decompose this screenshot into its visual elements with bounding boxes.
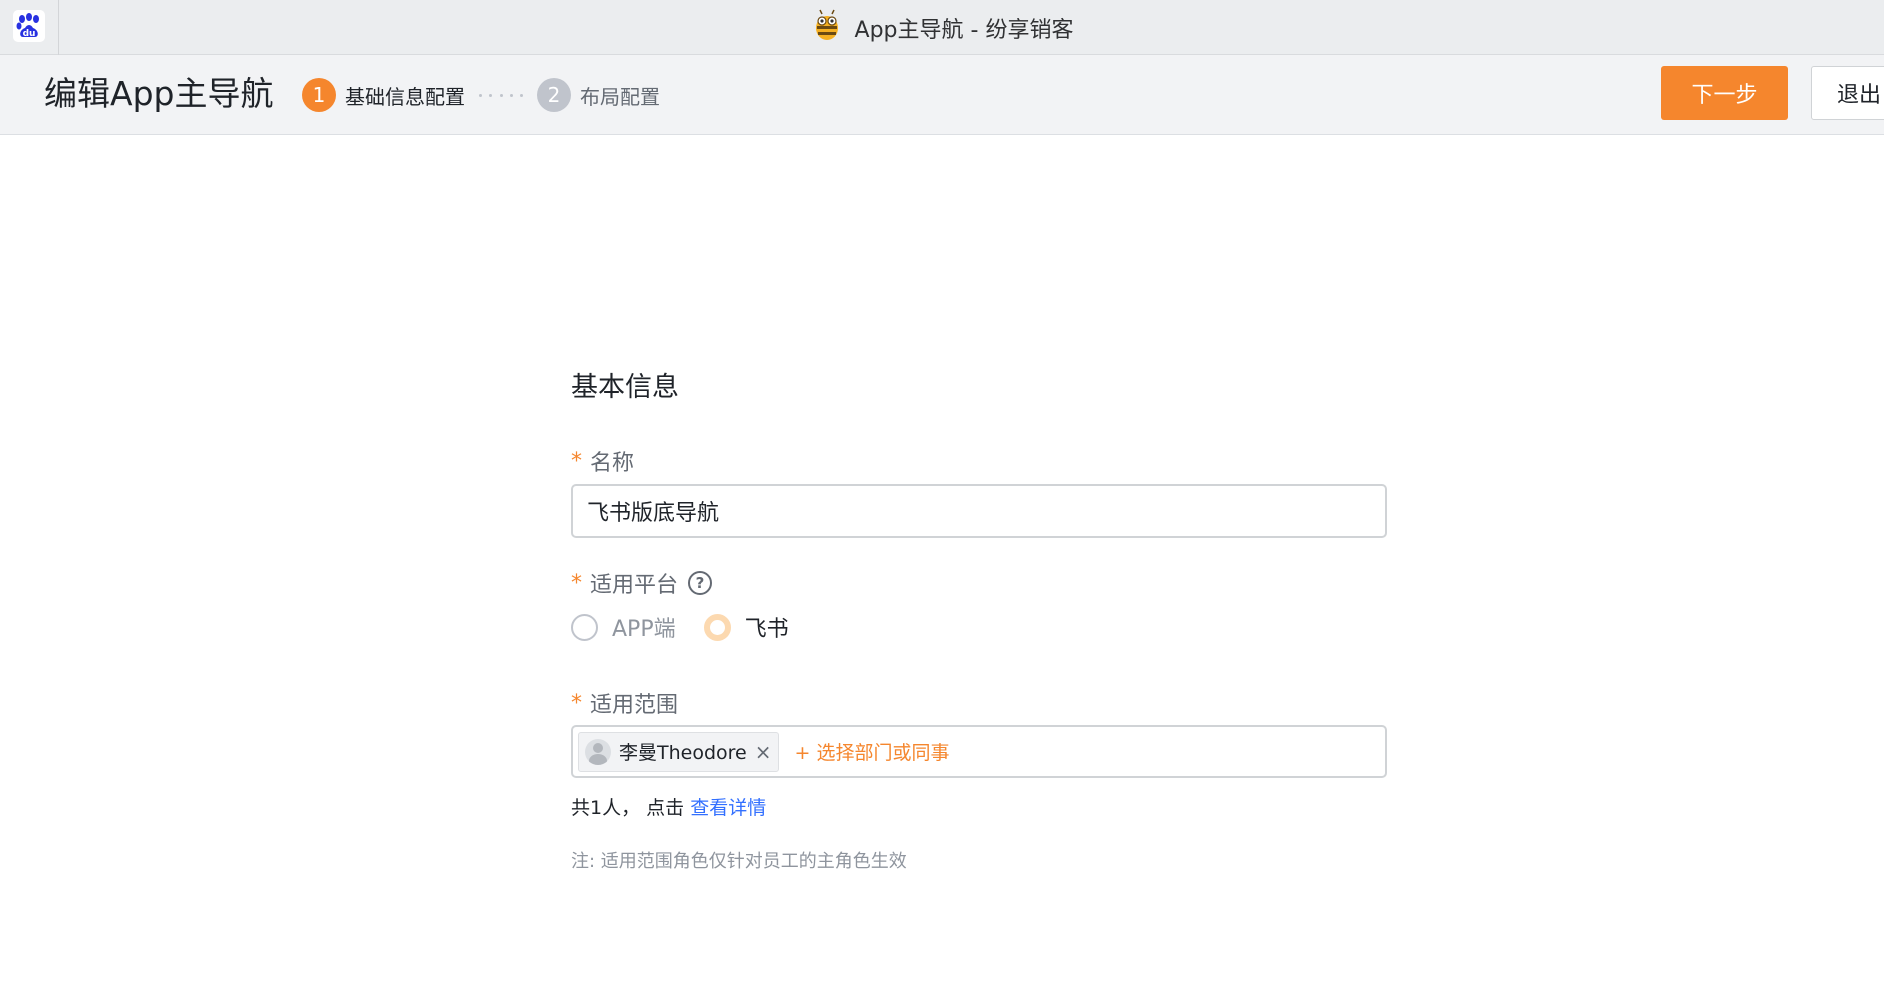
view-details-link[interactable]: 查看详情 <box>690 797 766 819</box>
required-mark: * <box>571 690 582 716</box>
member-tag: 李曼Theodore × <box>578 731 779 772</box>
name-label: * 名称 <box>571 445 634 477</box>
name-input[interactable] <box>571 484 1387 538</box>
scope-label-text: 适用范围 <box>590 693 679 718</box>
close-icon[interactable]: × <box>755 742 772 762</box>
user-avatar-icon <box>585 738 611 765</box>
step-number-2: 2 <box>537 78 571 112</box>
step-label-basic-info: 基础信息配置 <box>345 84 465 109</box>
step-label-layout: 布局配置 <box>580 84 660 109</box>
platform-radio-group: APP端 飞书 <box>571 611 817 643</box>
radio-label-feishu: 飞书 <box>744 617 789 642</box>
step-layout[interactable]: 2 布局配置 <box>537 78 660 112</box>
page-header: 编辑App主导航 1 基础信息配置 2 布局配置 下一步 退出 <box>0 55 1884 135</box>
required-mark: * <box>571 448 582 474</box>
section-title: 基本信息 <box>571 372 679 403</box>
window-title: App主导航 - 纷享销客 <box>0 0 1884 55</box>
fxiaoke-bee-icon <box>811 8 843 48</box>
platform-label-text: 适用平台 <box>590 573 679 598</box>
step-connector <box>479 93 523 97</box>
radio-option-feishu[interactable]: 飞书 <box>703 611 789 643</box>
scope-count-text: 共1人， 点击 <box>571 797 685 819</box>
step-number-1: 1 <box>302 78 336 112</box>
scope-note: 注: 适用范围角色仅针对员工的主角色生效 <box>571 851 907 872</box>
radio-option-app[interactable]: APP端 <box>571 611 676 643</box>
step-basic-info[interactable]: 1 基础信息配置 <box>302 78 465 112</box>
scope-label: * 适用范围 <box>571 687 678 719</box>
platform-label: * 适用平台 ? <box>571 567 713 599</box>
radio-app[interactable] <box>571 613 598 641</box>
select-member-link[interactable]: + 选择部门或同事 <box>795 738 950 765</box>
exit-button[interactable]: 退出 <box>1811 66 1884 120</box>
next-step-button[interactable]: 下一步 <box>1661 66 1788 120</box>
member-tag-label: 李曼Theodore <box>619 742 747 764</box>
scope-selector[interactable]: 李曼Theodore × + 选择部门或同事 <box>571 725 1387 778</box>
window-titlebar: du App主导航 - 纷享销客 <box>0 0 1884 55</box>
radio-label-app: APP端 <box>612 617 676 642</box>
name-label-text: 名称 <box>590 451 635 476</box>
window-title-text: App主导航 - 纷享销客 <box>854 17 1074 43</box>
step-indicator: 1 基础信息配置 2 布局配置 <box>302 77 660 113</box>
radio-feishu[interactable] <box>703 613 731 641</box>
page-title: 编辑App主导航 <box>44 74 274 113</box>
question-circle-icon[interactable]: ? <box>688 571 713 595</box>
required-mark: * <box>571 570 582 596</box>
scope-count: 共1人， 点击 查看详情 <box>571 793 766 820</box>
